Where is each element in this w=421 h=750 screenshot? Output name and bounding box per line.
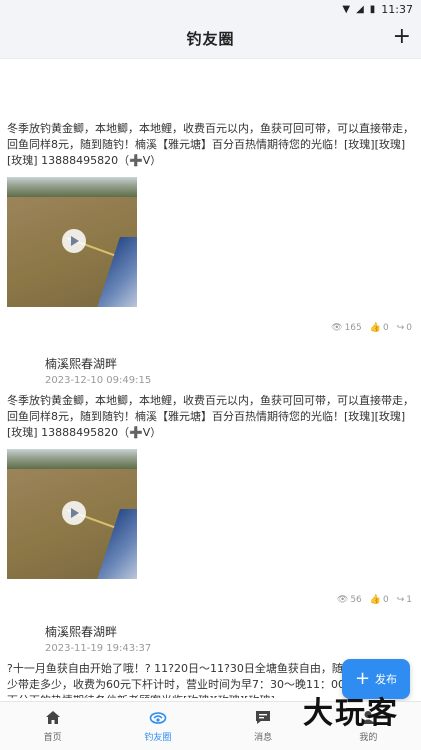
- like-button[interactable]: 👍 0: [370, 323, 389, 333]
- thumbs-up-icon: 👍: [369, 595, 381, 605]
- eye-icon: 👁: [336, 595, 349, 605]
- home-icon: [45, 710, 61, 726]
- message-icon: [255, 710, 271, 726]
- fishing-circle-icon: [149, 710, 167, 726]
- share-icon: ↪: [396, 595, 405, 605]
- play-icon[interactable]: [62, 229, 86, 253]
- view-count: 👁 56: [336, 595, 362, 605]
- tab-home[interactable]: 首页: [0, 702, 105, 750]
- moments-feed[interactable]: 冬季放钓黄金鲫，本地鲫，本地鲤，收费百元以内，鱼获可回可带，可以直接带走，回鱼同…: [0, 59, 421, 698]
- share-icon: ↪: [396, 323, 405, 333]
- publish-label: 发布: [375, 673, 398, 686]
- tab-label: 消息: [254, 732, 273, 743]
- post-video-thumbnail[interactable]: [7, 177, 137, 307]
- add-post-button[interactable]: +: [393, 24, 411, 50]
- share-button[interactable]: ↪ 1: [397, 595, 412, 605]
- post-stats: 👁 56 👍 0 ↪ 1: [7, 593, 414, 607]
- post-time: 2023-12-10 09:49:15: [45, 375, 152, 386]
- post-time: 2023-11-19 19:43:37: [45, 643, 152, 654]
- tab-messages[interactable]: 消息: [211, 702, 316, 750]
- signal-icon: ◢: [356, 3, 364, 15]
- status-bar: ▼ ◢ ▮ 11:37: [0, 0, 421, 18]
- post-text: 冬季放钓黄金鲫，本地鲫，本地鲤，收费百元以内，鱼获可回可带，可以直接带走，回鱼同…: [7, 122, 414, 167]
- post-video-thumbnail[interactable]: [7, 449, 137, 579]
- eye-icon: 👁: [331, 323, 343, 333]
- post-author[interactable]: 楠溪熙春湖畔: [7, 355, 414, 373]
- app-header: 钓友圈 +: [0, 18, 421, 59]
- play-icon[interactable]: [62, 501, 86, 525]
- plus-icon: +: [354, 668, 371, 689]
- battery-icon: ▮: [369, 3, 376, 15]
- thumbs-up-icon: 👍: [369, 323, 381, 333]
- tab-fishing-circle[interactable]: 钓友圈: [105, 702, 210, 750]
- tab-label: 首页: [43, 732, 62, 743]
- post-text: 冬季放钓黄金鲫，本地鲫，本地鲤，收费百元以内，鱼获可回可带，可以直接带走，回鱼同…: [7, 394, 414, 439]
- watermark-logo: 大玩客: [303, 696, 399, 731]
- tab-label: 钓友圈: [144, 732, 172, 743]
- like-button[interactable]: 👍 0: [370, 595, 389, 605]
- post-author[interactable]: 楠溪熙春湖畔: [7, 623, 414, 641]
- view-count: 👁 165: [331, 323, 362, 333]
- page-title: 钓友圈: [186, 29, 235, 48]
- post-stats: 👁 165 👍 0 ↪ 0: [7, 321, 414, 335]
- status-time: 11:37: [381, 2, 413, 16]
- wifi-icon: ▼: [342, 3, 351, 15]
- share-button[interactable]: ↪ 0: [397, 323, 412, 333]
- post-card[interactable]: 楠溪熙春湖畔 2023-12-10 09:49:15 冬季放钓黄金鲫，本地鲫，本…: [0, 355, 421, 607]
- post-card[interactable]: 冬季放钓黄金鲫，本地鲫，本地鲤，收费百元以内，鱼获可回可带，可以直接带走，回鱼同…: [0, 121, 421, 335]
